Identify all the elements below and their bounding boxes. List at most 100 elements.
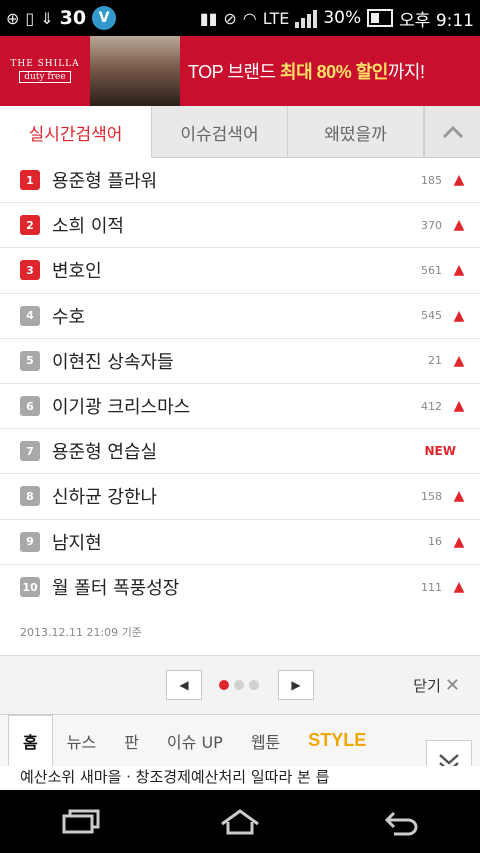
rank-number: 9 [20,531,40,552]
banner-model-image [90,36,180,106]
arrow-up-icon: ▲ [453,307,465,324]
arrow-up-icon: ▲ [453,217,465,234]
arrow-up-icon: ▲ [453,533,465,550]
rank-row[interactable]: 2 소희 이적 370 ▲ [0,203,480,249]
ad-banner[interactable]: THE SHILLA duty free TOP 브랜드 최대 80% 할인까지… [0,36,480,106]
rank-number: 7 [20,441,40,462]
rank-row[interactable]: 10 월 폴터 폭풍성장 111 ▲ [0,565,480,610]
rank-count: 561 [421,263,442,277]
arrow-up-icon: ▲ [453,172,465,189]
tab-issue[interactable]: 이슈검색어 [152,106,288,158]
rank-row[interactable]: 7 용준형 연습실 NEW [0,429,480,475]
promo-highlight: 최대 80% 할인 [280,62,388,82]
rank-count: 185 [421,173,442,187]
notification-count: 30 [59,7,87,29]
tab-pan[interactable]: 판 [110,715,153,767]
battery-icon [367,9,394,27]
rank-row[interactable]: 6 이기광 크리스마스 412 ▲ [0,384,480,430]
tab-news[interactable]: 뉴스 [53,715,110,767]
news-ticker[interactable]: 예산소위 새마을 · 창조경제예산처리 일따라 본 릅 [0,766,480,790]
back-button[interactable] [370,802,430,842]
rank-number: 4 [20,305,40,326]
android-nav-bar [0,790,480,853]
close-label: 닫기 [413,677,441,695]
rank-number: 6 [20,396,40,417]
tab-why[interactable]: 왜떴을까 [288,106,424,158]
rank-keyword: 용준형 연습실 [52,442,158,464]
download-icon: ⇓ [40,8,54,28]
rank-row[interactable]: 8 신하균 강한나 158 ▲ [0,474,480,520]
collapse-button[interactable] [424,106,480,157]
battery-percent: 30% [323,8,362,28]
rank-number: 8 [20,486,40,507]
recent-apps-icon [62,809,100,833]
arrow-up-icon: ▲ [453,352,465,369]
rank-number: 5 [20,350,40,371]
rank-keyword: 용준형 플라워 [52,171,158,193]
rank-keyword: 이기광 크리스마스 [52,397,191,419]
promo-suffix: 까지! [387,62,425,82]
recent-apps-button[interactable] [50,802,110,842]
search-tabs: 실시간검색어 이슈검색어 왜떴을까 [0,106,480,158]
promo-text: TOP 브랜드 최대 80% 할인까지! [188,58,425,84]
prev-page-button[interactable]: ◀ [166,670,202,700]
app-badge-icon: V [92,6,117,30]
rank-list: 1 용준형 플라워 185 ▲ 2 소희 이적 370 ▲ 3 변호인 561 … [0,158,480,610]
rank-row[interactable]: 1 용준형 플라워 185 ▲ [0,158,480,204]
rank-keyword: 소희 이적 [52,216,124,238]
page-indicator [219,680,259,690]
arrow-up-icon: ▲ [453,398,465,415]
prev-icon: ◀ [179,678,189,692]
home-icon [221,808,259,834]
rank-keyword: 월 폴터 폭풍성장 [52,578,180,600]
promo-prefix: TOP 브랜드 [188,62,281,82]
close-button[interactable]: 닫기 ✕ [413,675,460,696]
page-dot-1[interactable] [219,680,229,690]
status-bar: ⊕ ▯ ⇓ 30 V ▮▮ ⊘ ◠ LTE 30% 오후 9:11 [0,0,480,36]
back-icon [384,811,418,835]
arrow-up-icon: ▲ [453,262,465,279]
category-tabs: 홈 뉴스 판 이슈 UP 웹툰 STYLE [0,714,480,767]
close-icon: ✕ [444,675,460,696]
rank-number: 1 [20,170,40,191]
phone-icon: ▯ [25,8,35,28]
rank-keyword: 수호 [52,306,86,328]
next-icon: ▶ [291,678,301,692]
rank-count: 412 [421,399,442,413]
clock: 오후 9:11 [399,10,474,31]
arrow-up-icon: ▲ [453,579,465,596]
rank-row[interactable]: 9 남지현 16 ▲ [0,520,480,565]
update-timestamp: 2013.12.11 21:09 기준 [20,626,142,639]
home-button[interactable] [210,802,270,842]
pager: ◀ ▶ 닫기 ✕ [0,656,480,714]
rank-number: 2 [20,215,40,236]
rank-count: 545 [421,309,442,323]
tab-home[interactable]: 홈 [8,714,53,767]
rank-row[interactable]: 3 변호인 561 ▲ [0,248,480,294]
rank-count: 158 [421,489,442,503]
chevron-up-icon [442,125,463,138]
rank-keyword: 이현진 상속자들 [52,351,174,373]
tab-style[interactable]: STYLE [294,715,380,767]
tab-realtime[interactable]: 실시간검색어 [0,106,152,158]
rank-row[interactable]: 4 수호 545 ▲ [0,294,480,339]
mute-icon: ⊘ [223,8,237,28]
arrow-up-icon: ▲ [453,488,465,505]
add-icon: ⊕ [6,8,20,28]
tab-webtoon[interactable]: 웹툰 [237,715,294,767]
rank-count: 111 [421,580,442,594]
brand-line1: THE SHILLA [10,59,80,69]
vibrate-icon: ▮▮ [199,8,218,28]
new-badge: NEW [424,444,456,459]
rank-count: 21 [428,354,442,368]
rank-row[interactable]: 5 이현진 상속자들 21 ▲ [0,339,480,384]
rank-number: 3 [20,260,40,281]
next-page-button[interactable]: ▶ [278,670,314,700]
wifi-icon: ◠ [242,8,257,28]
shilla-logo: THE SHILLA duty free [0,36,90,106]
tab-issue-up[interactable]: 이슈 UP [153,715,237,767]
rank-keyword: 남지현 [52,532,102,554]
page-dot-2[interactable] [234,680,244,690]
rank-keyword: 신하균 강한나 [52,487,158,509]
page-dot-3[interactable] [249,680,259,690]
